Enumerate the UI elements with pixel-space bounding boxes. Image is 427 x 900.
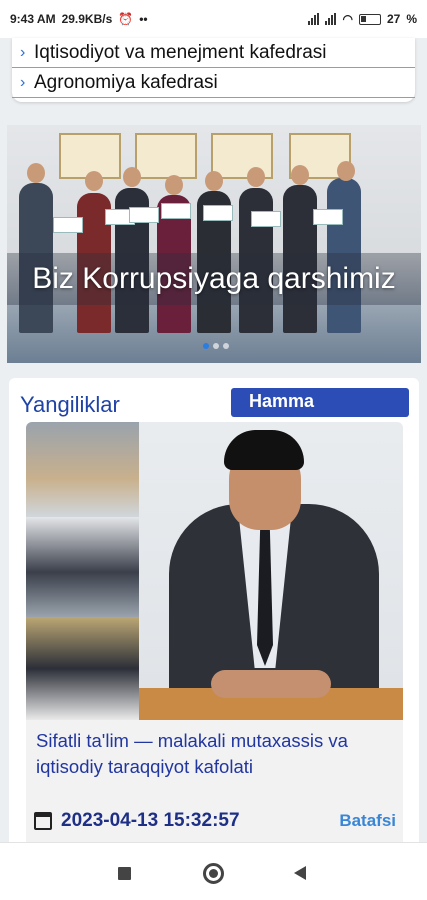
person-head	[165, 175, 183, 195]
person-head	[205, 171, 223, 191]
held-sign	[161, 203, 191, 219]
person-head	[247, 167, 265, 187]
news-meta: 2023-04-13 15:32:57 Batafsi	[34, 810, 396, 832]
navigation-bar	[0, 842, 427, 900]
recent-apps-button[interactable]	[118, 867, 131, 880]
image-slider[interactable]: Biz Korrupsiyaga qarshimiz	[7, 125, 421, 363]
person-head	[337, 161, 355, 181]
calendar-icon	[34, 812, 52, 830]
clock: 9:43 AM	[10, 12, 56, 26]
collage-photo	[26, 422, 139, 517]
person-head	[27, 163, 45, 183]
list-item-label: Iqtisodiyot va menejment kafedrasi	[34, 41, 327, 63]
battery-percent: 27	[386, 12, 401, 26]
percent-sign: %	[406, 12, 417, 26]
list-item[interactable]: › Iqtisodiyot va menejment kafedrasi	[12, 38, 415, 68]
department-list: › Iqtisodiyot va menejment kafedrasi › A…	[12, 38, 415, 102]
section-title: Yangiliklar	[20, 392, 120, 417]
notification-dots: ••	[139, 12, 148, 26]
collage-photo	[26, 517, 139, 617]
collage-photo	[26, 617, 139, 720]
chevron-right-icon: ›	[20, 73, 26, 91]
held-sign	[203, 205, 233, 221]
battery-icon	[358, 13, 381, 25]
hair	[224, 430, 304, 470]
home-button[interactable]	[203, 863, 224, 884]
wall-poster	[135, 133, 197, 179]
news-card[interactable]: Sifatli ta'lim — malakali mutaxassis va …	[26, 422, 403, 854]
network-speed: 29.9KB/s	[61, 12, 113, 26]
person-head	[123, 167, 141, 187]
wifi-icon: ◠	[342, 12, 353, 26]
status-bar: 9:43 AM 29.9KB/s ⏰ •• ◠ 27%	[0, 0, 427, 38]
news-image	[26, 422, 403, 720]
read-more-link[interactable]: Batafsi	[339, 811, 396, 831]
slider-dot[interactable]	[213, 343, 219, 349]
held-sign	[313, 209, 343, 225]
hands	[211, 670, 331, 698]
news-date: 2023-04-13 15:32:57	[61, 810, 240, 831]
list-item[interactable]: › Agronomiya kafedrasi	[12, 68, 415, 98]
news-headline[interactable]: Sifatli ta'lim — malakali mutaxassis va …	[36, 728, 396, 780]
person-head	[291, 165, 309, 185]
photo-collage	[26, 422, 139, 720]
slide-caption: Biz Korrupsiyaga qarshimiz	[32, 262, 396, 295]
slider-dot[interactable]	[203, 343, 209, 349]
news-section: Yangiliklar Hamma Sifatli ta'lim — malak…	[9, 378, 419, 854]
signal-icon	[308, 13, 320, 25]
alarm-icon: ⏰	[118, 12, 134, 26]
person-head	[85, 171, 103, 191]
slide-photo	[7, 125, 421, 363]
held-sign	[129, 207, 159, 223]
slider-indicator[interactable]	[203, 343, 229, 349]
portrait-photo	[139, 422, 403, 720]
back-button[interactable]	[294, 866, 306, 880]
signal-icon-2	[325, 13, 337, 25]
chevron-right-icon: ›	[20, 43, 26, 61]
held-sign	[53, 217, 83, 233]
held-sign	[251, 211, 281, 227]
view-all-button[interactable]: Hamma	[231, 388, 409, 417]
slider-dot[interactable]	[223, 343, 229, 349]
list-item-label: Agronomiya kafedrasi	[34, 71, 218, 93]
